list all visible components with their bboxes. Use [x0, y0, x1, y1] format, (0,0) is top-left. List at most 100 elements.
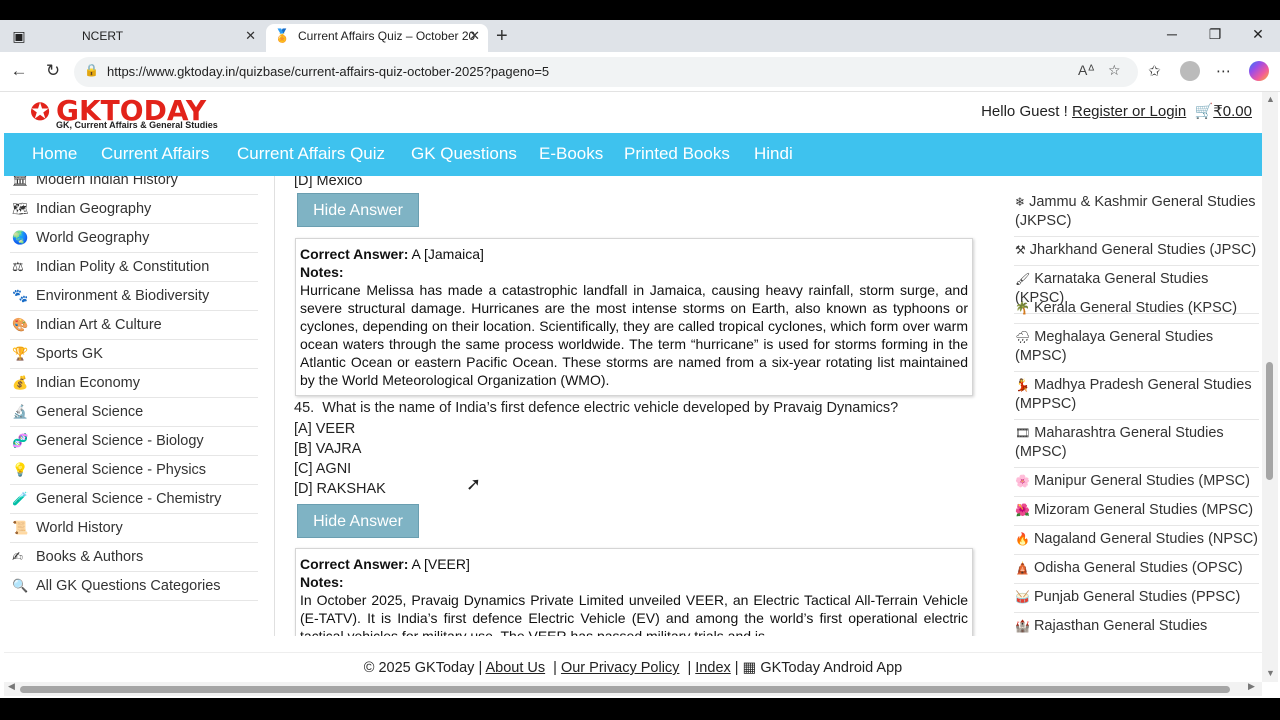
option-b: [B] VAJRA [294, 441, 362, 457]
sidebar-item-chemistry[interactable]: 🧪 General Science - Chemistry [10, 485, 258, 514]
tab-ncert[interactable]: NCERT ✕ [50, 24, 264, 52]
sidebar-item-label: Meghalaya General Studies (MPSC) [1015, 329, 1214, 364]
sidebar-item-punjab[interactable]: 🥁 Punjab General Studies (PPSC) [1014, 583, 1259, 613]
sidebar-item-indian-geography[interactable]: 🗺 Indian Geography [10, 195, 258, 224]
site-logo[interactable]: ✪ GKTODAY GK, Current Affairs & General … [30, 94, 230, 132]
money-bag-icon: 💰 [12, 375, 29, 390]
nav-ebooks[interactable]: E-Books [539, 144, 603, 164]
sidebar-item-kerala[interactable]: 🌴 Kerala General Studies (KPSC) [1014, 294, 1259, 324]
scroll-up-icon[interactable]: ▲ [1266, 94, 1275, 104]
browser-window: ▣ NCERT ✕ 🏅 Current Affairs Quiz – Octob… [0, 20, 1280, 698]
main-nav: Home Current Affairs Current Affairs Qui… [4, 133, 1262, 176]
sidebar-item-modern-indian-history[interactable]: 🏛 Modern Indian History [10, 176, 258, 195]
history-icon: 🏛 [12, 176, 29, 187]
favorite-star-icon[interactable]: ☆ [1108, 62, 1121, 79]
sidebar-item-environment[interactable]: 🐾 Environment & Biodiversity [10, 282, 258, 311]
nav-gk-questions[interactable]: GK Questions [411, 144, 517, 164]
flower-icon: 🌸 [1015, 474, 1030, 488]
option-a: [A] VEER [294, 421, 356, 437]
nav-current-affairs-quiz[interactable]: Current Affairs Quiz [237, 144, 385, 164]
sidebar-item-meghalaya[interactable]: 🌧 Meghalaya General Studies (MPSC) [1014, 323, 1259, 372]
close-icon[interactable]: ✕ [245, 24, 256, 48]
hide-answer-button[interactable]: Hide Answer [297, 504, 419, 538]
dance-icon: 💃 [1015, 378, 1030, 392]
about-link[interactable]: About Us [485, 660, 545, 676]
sidebar-item-physics[interactable]: 💡 General Science - Physics [10, 456, 258, 485]
close-icon[interactable]: ✕ [469, 24, 480, 48]
index-link[interactable]: Index [695, 660, 730, 676]
sidebar-item-mizoram[interactable]: 🌺 Mizoram General Studies (MPSC) [1014, 496, 1259, 526]
answer-box: Correct Answer: A [Jamaica] Notes: Hurri… [295, 238, 973, 396]
tab-actions-icon[interactable]: ▣ [8, 26, 30, 46]
cart-total[interactable]: ₹0.00 [1213, 103, 1252, 120]
scroll-thumb[interactable] [20, 686, 1230, 693]
sidebar-item-label: General Science - Physics [36, 462, 207, 478]
register-login-link[interactable]: Register or Login [1072, 103, 1186, 120]
nav-printed-books[interactable]: Printed Books [624, 144, 730, 164]
option-c: [C] AGNI [294, 461, 352, 477]
cart-icon[interactable]: 🛒 [1195, 103, 1214, 120]
sidebar-item-jpsc[interactable]: ⚒ Jharkhand General Studies (JPSC) [1014, 236, 1259, 266]
hibiscus-icon: 🌺 [1015, 503, 1030, 517]
sidebar-item-label: World Geography [36, 230, 150, 246]
android-app-link[interactable]: GKToday Android App [760, 660, 902, 676]
new-tab-icon[interactable]: + [496, 24, 508, 48]
favorites-icon[interactable]: ✩ [1148, 62, 1161, 80]
vertical-scrollbar[interactable]: ▲ ▼ [1262, 92, 1278, 682]
sidebar-item-odisha[interactable]: 🛕 Odisha General Studies (OPSC) [1014, 554, 1259, 584]
close-window-icon[interactable]: ✕ [1248, 26, 1268, 43]
sidebar-item-indian-economy[interactable]: 💰 Indian Economy [10, 369, 258, 398]
footer: © 2025 GKToday | About Us | Our Privacy … [4, 652, 1262, 682]
sidebar-item-maharashtra[interactable]: 🎞 Maharashtra General Studies (MPSC) [1014, 419, 1259, 468]
sidebar-item-label: Punjab General Studies (PPSC) [1033, 589, 1241, 605]
sidebar-item-rajasthan[interactable]: 🏰Rajasthan General Studies (RPSC) [1014, 612, 1259, 636]
quiz-content: [D] Mexico Hide Answer Correct Answer: A… [274, 176, 989, 636]
tools-icon: ⚒ [1015, 243, 1026, 257]
privacy-link[interactable]: Our Privacy Policy [561, 660, 679, 676]
back-icon[interactable]: ← [8, 61, 30, 81]
map-icon: 🗺 [12, 201, 29, 216]
sidebar-item-indian-polity[interactable]: ⚖ Indian Polity & Constitution [10, 253, 258, 282]
sidebar-item-all-categories[interactable]: 🔍 All GK Questions Categories [10, 572, 258, 601]
sidebar-item-general-science[interactable]: 🔬 General Science [10, 398, 258, 427]
palm-tree-icon: 🌴 [1015, 301, 1030, 315]
film-icon: 🎞 [1015, 426, 1031, 440]
read-aloud-icon[interactable]: Aᐞ [1078, 62, 1095, 79]
sidebar-item-world-history[interactable]: 📜 World History [10, 514, 258, 543]
logo-tagline: GK, Current Affairs & General Studies [56, 120, 218, 130]
minimize-icon[interactable]: ─ [1162, 26, 1182, 42]
sidebar-item-manipur[interactable]: 🌸 Manipur General Studies (MPSC) [1014, 467, 1259, 497]
sidebar-item-biology[interactable]: 🧬 General Science - Biology [10, 427, 258, 456]
horizontal-scrollbar[interactable]: ◀ ▶ [4, 681, 1262, 696]
sidebar-item-jkpsc[interactable]: ❄ Jammu & Kashmir General Studies (JKPSC) [1014, 188, 1259, 237]
sidebar-item-mppsc[interactable]: 💃 Madhya Pradesh General Studies (MPPSC) [1014, 371, 1259, 420]
copilot-icon[interactable] [1249, 61, 1269, 81]
sidebar-item-nagaland[interactable]: 🔥 Nagaland General Studies (NPSC) [1014, 525, 1259, 555]
sidebar-item-label: Books & Authors [36, 549, 144, 565]
url-field[interactable]: 🔒 https://www.gktoday.in/quizbase/curren… [74, 57, 1138, 87]
nav-home[interactable]: Home [32, 144, 77, 164]
magnifier-icon: 🔍 [12, 578, 29, 593]
restore-icon[interactable]: ❐ [1205, 26, 1225, 43]
profile-avatar[interactable] [1180, 61, 1200, 81]
nav-hindi[interactable]: Hindi [754, 144, 793, 164]
sidebar-item-books-authors[interactable]: ✍ Books & Authors [10, 543, 258, 572]
scroll-thumb[interactable] [1266, 362, 1273, 480]
hide-answer-button[interactable]: Hide Answer [297, 193, 419, 227]
nav-current-affairs[interactable]: Current Affairs [101, 144, 209, 164]
sidebar-item-label: Manipur General Studies (MPSC) [1033, 473, 1250, 489]
sidebar-item-label: Nagaland General Studies (NPSC) [1033, 531, 1259, 547]
scroll-down-icon[interactable]: ▼ [1266, 668, 1275, 678]
microscope-icon: 🔬 [12, 404, 29, 419]
lock-icon[interactable]: 🔒 [84, 63, 99, 77]
torch-icon: 🔥 [1015, 532, 1030, 546]
sidebar-item-indian-art[interactable]: 🎨 Indian Art & Culture [10, 311, 258, 340]
sidebar-item-sports-gk[interactable]: 🏆 Sports GK [10, 340, 258, 369]
sidebar-item-label: Jammu & Kashmir General Studies (JKPSC) [1015, 194, 1256, 229]
sidebar-item-world-geography[interactable]: 🌏 World Geography [10, 224, 258, 253]
scroll-right-icon[interactable]: ▶ [1248, 681, 1255, 692]
tab-current-affairs[interactable]: 🏅 Current Affairs Quiz – October 20 ✕ [266, 24, 488, 52]
refresh-icon[interactable]: ↻ [42, 61, 64, 81]
scroll-left-icon[interactable]: ◀ [8, 681, 15, 692]
more-menu-icon[interactable]: ⋯ [1216, 62, 1231, 80]
